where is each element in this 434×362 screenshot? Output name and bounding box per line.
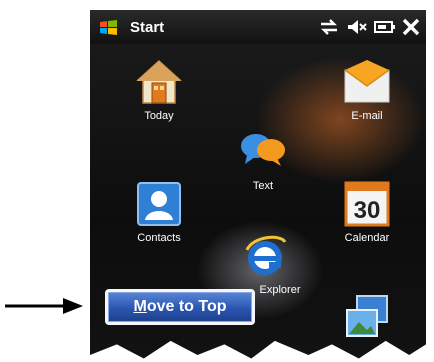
volume-muted-icon[interactable] [346, 18, 368, 36]
tile-internet-explorer[interactable]: Explorer [220, 232, 310, 296]
tile-label-explorer: Explorer [259, 284, 301, 296]
status-bar: Start [90, 10, 426, 44]
pointer-arrow [5, 298, 83, 314]
page-title[interactable]: Start [130, 19, 164, 36]
battery-icon[interactable] [374, 18, 396, 36]
contact-card-icon [137, 182, 181, 226]
envelope-icon [344, 60, 390, 103]
pictures-videos-icon [346, 295, 388, 337]
move-to-top-accesskey: M [133, 298, 147, 315]
network-icon[interactable] [318, 18, 340, 36]
tile-pictures-videos[interactable] [322, 292, 412, 340]
calendar-day: 30 [354, 197, 381, 224]
tile-label-contacts: Contacts [137, 232, 181, 244]
tile-text[interactable]: Text [218, 128, 308, 192]
move-to-top-button[interactable]: Move to Top [105, 289, 255, 325]
tile-today[interactable]: Today [114, 58, 204, 122]
tile-label-calendar: Calendar [344, 232, 390, 244]
internet-explorer-icon [245, 235, 287, 275]
tile-contacts[interactable]: Contacts [114, 180, 204, 244]
tile-calendar[interactable]: 30 Calendar [322, 180, 412, 244]
move-to-top-label: ove to Top [146, 298, 227, 315]
device-screen: Start Today E-mail Text Contacts 30 Cale… [90, 10, 426, 359]
close-icon[interactable] [400, 18, 422, 36]
tile-email[interactable]: E-mail [322, 58, 412, 122]
tile-label-today: Today [144, 110, 174, 122]
chat-bubbles-icon [241, 134, 285, 166]
house-icon [136, 59, 182, 104]
calendar-icon: 30 [344, 181, 390, 227]
tile-label-email: E-mail [351, 110, 383, 122]
tile-label-text: Text [252, 180, 274, 192]
windows-logo-icon[interactable] [98, 19, 120, 37]
